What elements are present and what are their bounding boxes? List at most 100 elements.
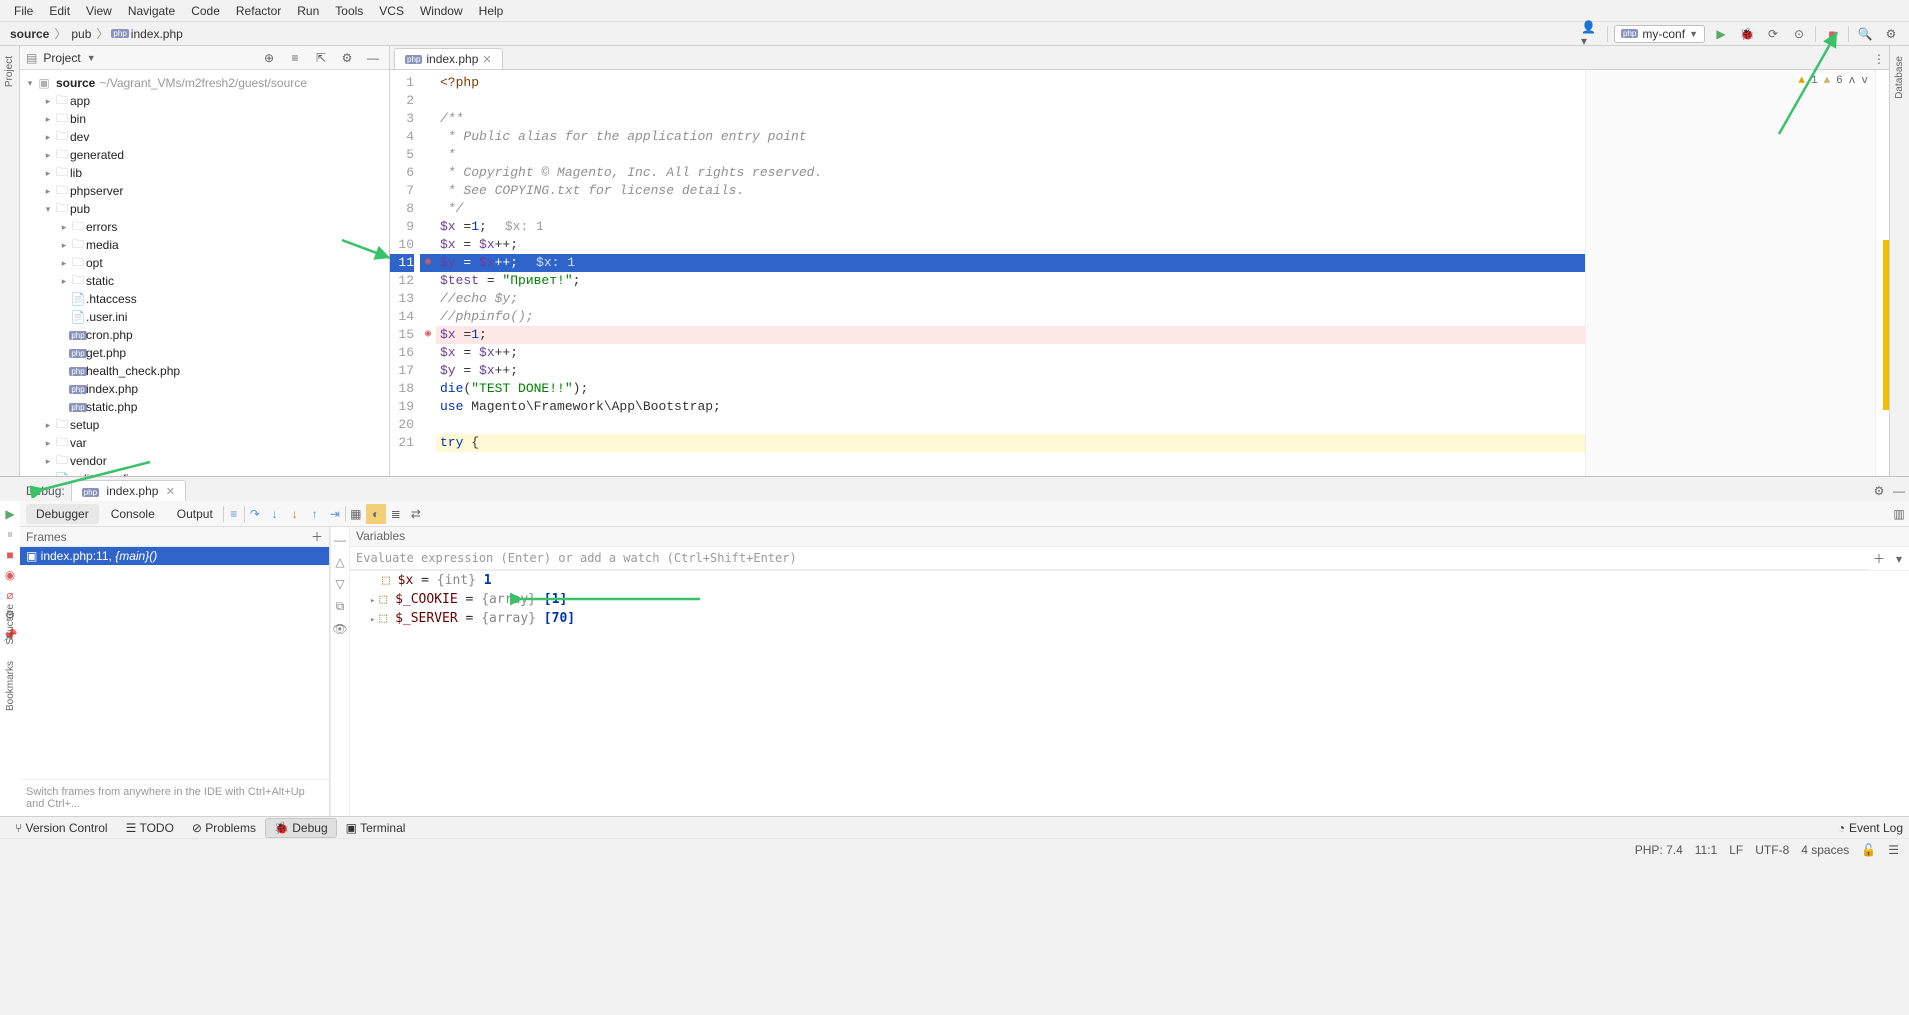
settings-icon[interactable]: ⚙ [1881,24,1901,44]
gear-icon[interactable]: ⚙ [337,48,357,68]
layout-icon[interactable]: ▥ [1889,504,1909,524]
chevron-right-icon[interactable]: ▸ [42,96,54,107]
coverage-button[interactable]: ⟳ [1763,24,1783,44]
chevron-down-icon[interactable]: ▾ [24,78,36,89]
code-line[interactable]: $x = $x++; [436,344,1585,362]
chevron-down-icon[interactable]: ▼ [87,53,96,63]
code-line[interactable]: $test = "Привет!"; [436,272,1585,290]
trace-icon[interactable]: ◐ [366,504,386,524]
chevron-right-icon[interactable]: ▸ [42,132,54,143]
nav-up-icon[interactable]: △ [335,555,344,569]
code-line[interactable]: <?php [436,74,1585,92]
code-line[interactable]: * Public alias for the application entry… [436,128,1585,146]
stop-button[interactable]: ■ [6,548,13,562]
close-tab-icon[interactable]: ✕ [166,486,175,498]
tree-item[interactable]: php cron.php [20,326,389,344]
locate-icon[interactable]: ⊕ [259,48,279,68]
breakpoint-gutter[interactable]: ◉◉ [420,70,436,476]
project-tree[interactable]: ▾ ▣ source ~/Vagrant_VMs/m2fresh2/guest/… [20,70,389,476]
tree-item[interactable]: ▸🗀 bin [20,110,389,128]
resume-button[interactable]: ▶ [5,507,14,521]
status-indent[interactable]: 4 spaces [1801,843,1849,857]
step-into-icon[interactable]: ↓ [265,504,285,524]
menu-code[interactable]: Code [183,2,228,20]
chevron-right-icon[interactable]: ▸ [58,258,70,269]
chevron-down-icon[interactable]: ▾ [42,204,54,215]
status-line-separator[interactable]: LF [1729,843,1743,857]
show-execution-point-icon[interactable]: ≡ [224,504,244,524]
code-line[interactable]: * Copyright © Magento, Inc. All rights r… [436,164,1585,182]
evaluate-icon[interactable]: ▦ [346,504,366,524]
tree-item[interactable]: ▸🗀 setup [20,416,389,434]
variable-row[interactable]: ▸⬚ $_SERVER = {array} [70] [350,609,1909,628]
menu-window[interactable]: Window [412,2,471,20]
menu-refactor[interactable]: Refactor [228,2,289,20]
menu-navigate[interactable]: Navigate [120,2,183,20]
search-everywhere-icon[interactable]: 🔍 [1855,24,1875,44]
bottom-tool-debug[interactable]: 🐞 Debug [265,818,337,838]
project-panel-title[interactable]: Project [43,51,80,65]
chevron-right-icon[interactable]: ▸ [370,596,379,606]
menu-vcs[interactable]: VCS [371,2,412,20]
tree-item[interactable]: ▸🗀 generated [20,146,389,164]
tree-item[interactable]: ▸🗀 static [20,272,389,290]
tree-item[interactable]: ▸🗀 phpserver [20,182,389,200]
chevron-right-icon[interactable]: ▸ [42,150,54,161]
code-line[interactable]: die("TEST DONE!!"); [436,380,1585,398]
chevron-right-icon[interactable]: ▸ [42,114,54,125]
code-line[interactable]: $x = $x++; [436,236,1585,254]
code-line[interactable]: */ [436,200,1585,218]
status-encoding[interactable]: UTF-8 [1755,843,1789,857]
tree-item[interactable]: ▸🗀 var [20,434,389,452]
tree-item[interactable]: php index.php [20,380,389,398]
tree-item[interactable]: ▾🗀 pub [20,200,389,218]
code-line[interactable]: use Magento\Framework\App\Bootstrap; [436,398,1585,416]
watch-input[interactable]: Evaluate expression (Enter) or add a wat… [350,547,1869,570]
code-area[interactable]: <?php /** * Public alias for the applicat… [436,70,1585,476]
bottom-tool-version-control[interactable]: ⑂ Version Control [6,818,117,838]
chevron-right-icon[interactable]: ▸ [42,168,54,179]
view-breakpoints-icon[interactable]: ◉ [5,568,15,582]
status-php[interactable]: PHP: 7.4 [1635,843,1683,857]
breadcrumb-segment[interactable]: source [8,27,51,41]
tool-button-structure[interactable]: Structure [5,600,16,649]
debug-button[interactable]: 🐞 [1737,24,1757,44]
chevron-right-icon[interactable]: ▸ [42,438,54,449]
editor[interactable]: 123456789101112131415161718192021 ◉◉ <?p… [390,70,1889,476]
code-line[interactable]: $x =1;$x: 1 [436,218,1585,236]
debug-subtab-debugger[interactable]: Debugger [26,504,99,524]
bottom-tool-todo[interactable]: ☰ TODO [117,818,183,838]
tree-item[interactable]: ▸🗀 opt [20,254,389,272]
stop-button[interactable]: ■ [1822,24,1842,44]
bottom-tool-terminal[interactable]: ▣ Terminal [337,818,415,838]
code-line[interactable]: /** [436,110,1585,128]
code-line[interactable] [436,92,1585,110]
code-line[interactable]: * See COPYING.txt for license details. [436,182,1585,200]
sort-icon[interactable]: ≣ [386,504,406,524]
hide-icon[interactable]: — [334,533,346,547]
event-log-button[interactable]: Event Log [1849,821,1903,835]
tree-item[interactable]: php health_check.php [20,362,389,380]
nav-down-icon[interactable]: v [1861,75,1868,87]
code-line[interactable]: //echo $y; [436,290,1585,308]
memory-icon[interactable]: ☰ [1888,843,1899,857]
run-to-cursor-icon[interactable]: ⇥ [325,504,345,524]
tree-item[interactable]: ▸🗀 app [20,92,389,110]
code-line[interactable]: $x =1; [436,326,1585,344]
copy-icon[interactable]: ⧉ [336,599,345,614]
chevron-right-icon[interactable]: ▸ [370,615,379,625]
menu-help[interactable]: Help [471,2,512,20]
collapse-all-icon[interactable]: ⇱ [311,48,331,68]
stack-frame[interactable]: ▣ index.php:11, {main}() [20,547,329,565]
frames-pane[interactable]: Frames ＋ ▣ index.php:11, {main}() Switch… [20,527,330,816]
error-stripe[interactable] [1875,70,1889,476]
debug-subtab-console[interactable]: Console [101,504,165,524]
variable-row[interactable]: ⬚ $x = {int} 1 [350,571,1909,590]
gear-icon[interactable]: ⚙ [1869,481,1889,501]
code-line[interactable]: //phpinfo(); [436,308,1585,326]
bottom-tool-problems[interactable]: ⊘ Problems [183,818,265,838]
hide-icon[interactable]: — [1889,481,1909,501]
nav-up-icon[interactable]: ʌ [1849,75,1856,87]
tool-button-bookmarks[interactable]: Bookmarks [5,657,16,715]
tree-root[interactable]: ▾ ▣ source ~/Vagrant_VMs/m2fresh2/guest/… [20,74,389,92]
